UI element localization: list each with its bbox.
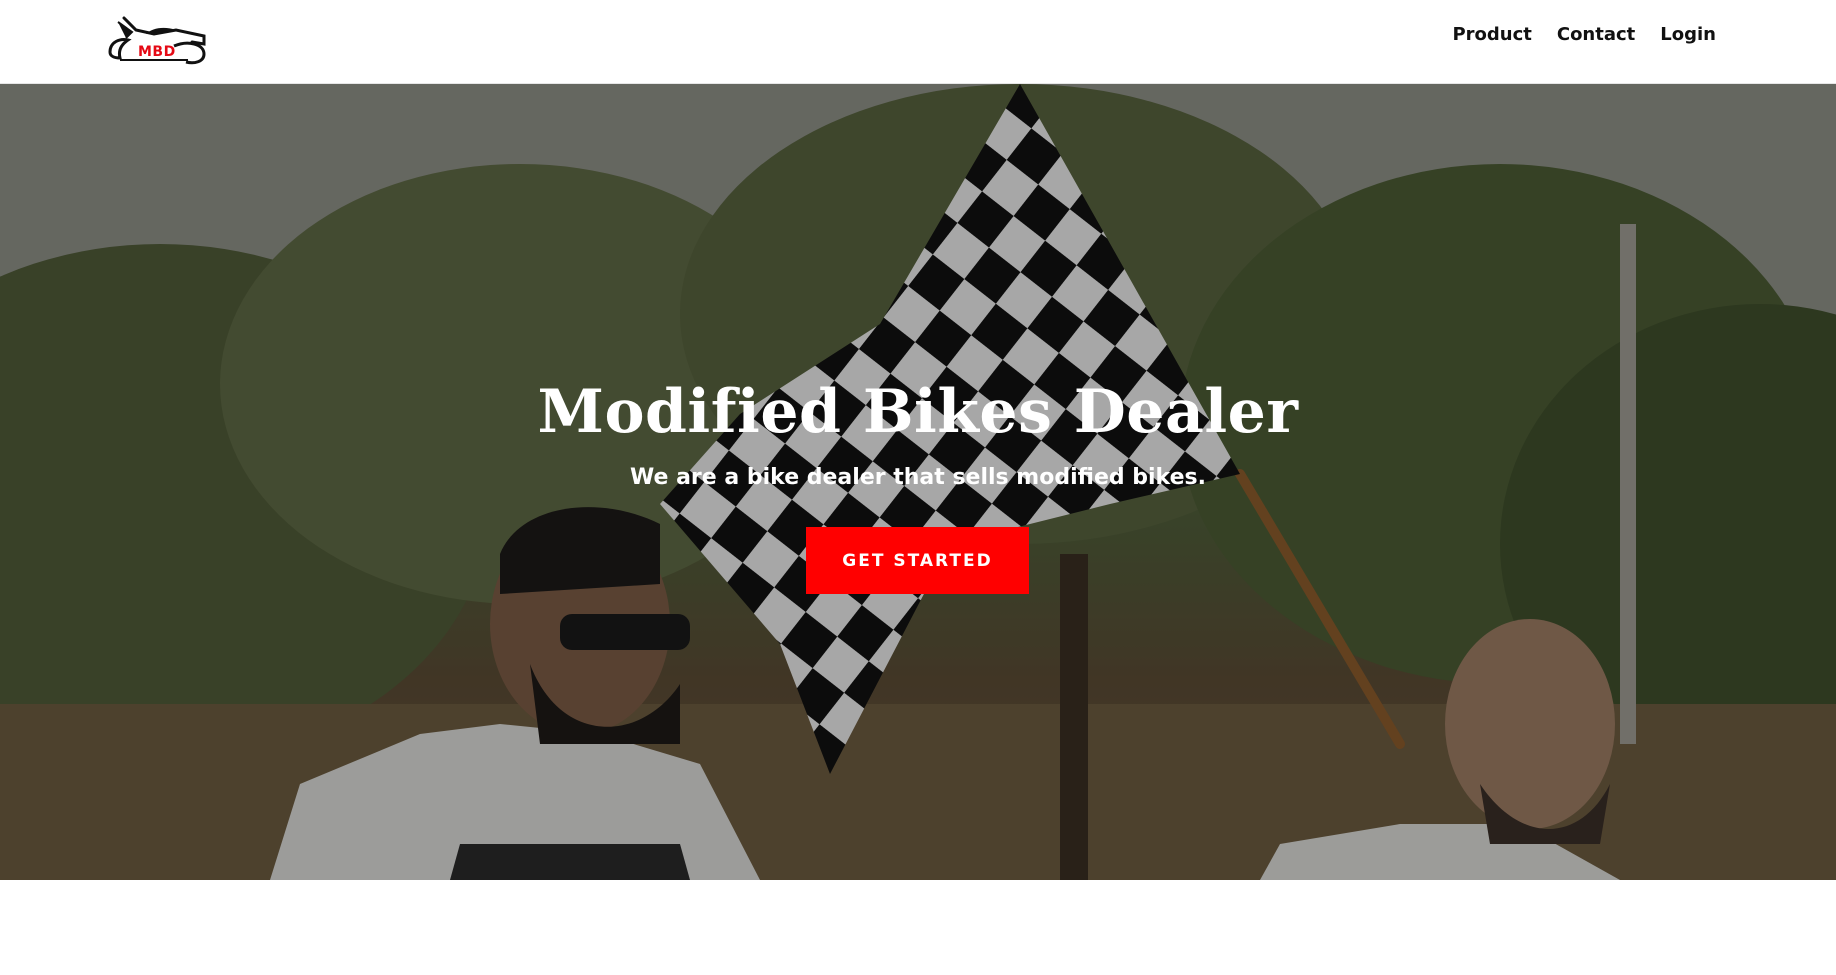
navbar: MBD Product Contact Login <box>0 0 1836 84</box>
hero-section: Modified Bikes Dealer We are a bike deal… <box>0 84 1836 880</box>
main-nav: Product Contact Login <box>1452 24 1716 45</box>
nav-contact-link[interactable]: Contact <box>1557 24 1635 45</box>
logo-text: MBD <box>138 44 176 60</box>
hero-title: Modified Bikes Dealer <box>537 377 1299 447</box>
hero-subtitle: We are a bike dealer that sells modified… <box>630 465 1206 490</box>
get-started-button[interactable]: GET STARTED <box>806 527 1029 594</box>
nav-product-link[interactable]: Product <box>1452 24 1531 45</box>
nav-login-link[interactable]: Login <box>1660 24 1716 45</box>
brand-logo[interactable]: MBD <box>106 14 208 66</box>
